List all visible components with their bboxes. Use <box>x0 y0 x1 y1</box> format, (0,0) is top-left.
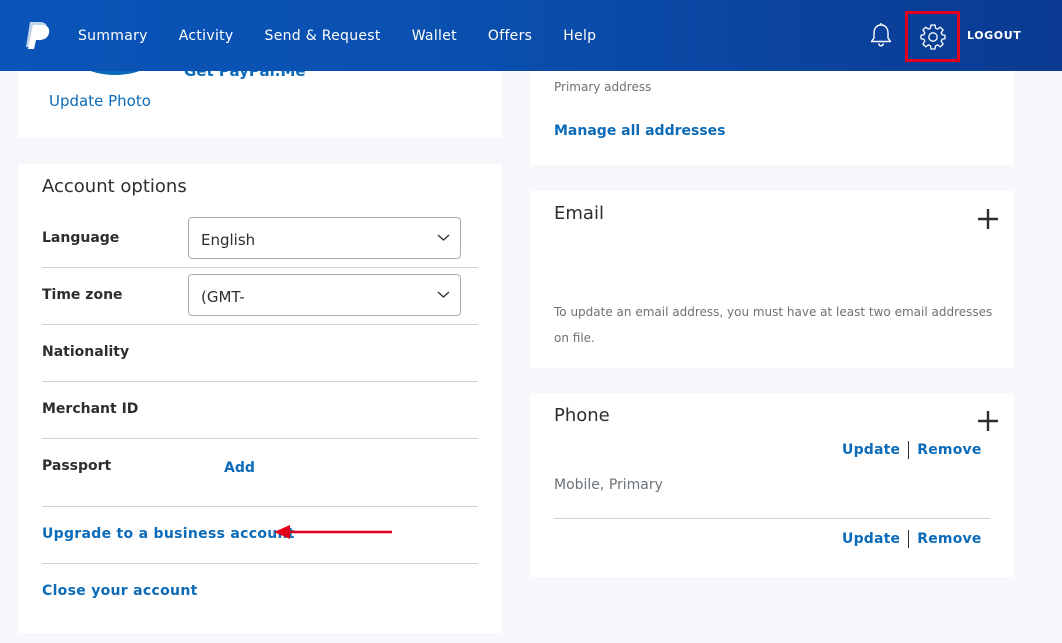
nav-summary[interactable]: Summary <box>78 28 148 44</box>
nav-offers[interactable]: Offers <box>488 28 532 44</box>
timezone-label: Time zone <box>42 287 123 303</box>
language-select[interactable]: English <box>188 217 461 259</box>
settings-highlight-box[interactable] <box>905 11 960 62</box>
nav-activity[interactable]: Activity <box>179 28 234 44</box>
mobile-primary-label: Mobile, Primary <box>554 477 663 493</box>
manage-addresses-link[interactable]: Manage all addresses <box>554 123 726 139</box>
timezone-row: Time zone (GMT- <box>42 268 478 325</box>
timezone-value: (GMT- <box>201 288 245 306</box>
email-card: Email To update an email address, you mu… <box>530 191 1014 368</box>
top-navigation-bar: Summary Activity Send & Request Wallet O… <box>0 0 1062 71</box>
add-email-plus-icon[interactable] <box>976 207 1000 231</box>
nav-help[interactable]: Help <box>563 28 596 44</box>
nationality-label: Nationality <box>42 344 130 360</box>
email-note: To update an email address, you must hav… <box>554 305 993 345</box>
chevron-down-icon <box>437 291 450 298</box>
upgrade-row-divider <box>42 506 478 564</box>
language-row: Language English <box>42 211 478 268</box>
phone-actions-bottom: Update Remove <box>842 530 982 548</box>
passport-label: Passport <box>42 458 112 474</box>
profile-card: Get PayPal.Me Update Photo <box>18 71 502 138</box>
nav-send-request[interactable]: Send & Request <box>265 28 381 44</box>
paypal-logo[interactable] <box>23 20 51 50</box>
avatar[interactable] <box>65 71 165 75</box>
phone-title: Phone <box>554 405 610 426</box>
phone-update-link[interactable]: Update <box>842 531 900 547</box>
phone-remove-link[interactable]: Remove <box>917 442 981 458</box>
phone-remove-link[interactable]: Remove <box>917 531 981 547</box>
phone-card: Phone Update Remove Mobile, Primary Upda… <box>530 393 1014 577</box>
close-account-link[interactable]: Close your account <box>42 583 198 599</box>
main-nav: Summary Activity Send & Request Wallet O… <box>78 0 627 71</box>
nationality-row: Nationality <box>42 325 478 382</box>
language-value: English <box>201 231 256 249</box>
merchant-id-label: Merchant ID <box>42 401 139 417</box>
link-separator <box>908 530 910 548</box>
phone-divider <box>554 518 990 519</box>
link-separator <box>908 441 910 459</box>
phone-actions-top: Update Remove <box>842 441 982 459</box>
phone-update-link[interactable]: Update <box>842 442 900 458</box>
update-photo-link[interactable]: Update Photo <box>49 92 151 110</box>
add-phone-plus-icon[interactable] <box>976 409 1000 433</box>
account-options-card: Account options Language English Time zo… <box>18 164 502 633</box>
bell-icon[interactable] <box>868 22 894 48</box>
gear-icon[interactable] <box>919 23 946 50</box>
get-paypal-me-link[interactable]: Get PayPal.Me <box>184 71 306 80</box>
timezone-select[interactable]: (GMT- <box>188 274 461 316</box>
logout-link[interactable]: LOGOUT <box>967 29 1021 42</box>
chevron-down-icon <box>437 234 450 241</box>
email-title: Email <box>554 203 604 224</box>
account-options-title: Account options <box>42 176 187 197</box>
passport-row: Passport Add <box>42 439 478 507</box>
nav-wallet[interactable]: Wallet <box>412 28 457 44</box>
language-label: Language <box>42 230 120 246</box>
address-card: Primary address Manage all addresses <box>530 71 1014 165</box>
merchant-id-row: Merchant ID <box>42 382 478 439</box>
primary-address-label: Primary address <box>554 80 652 94</box>
passport-add-link[interactable]: Add <box>224 460 255 476</box>
